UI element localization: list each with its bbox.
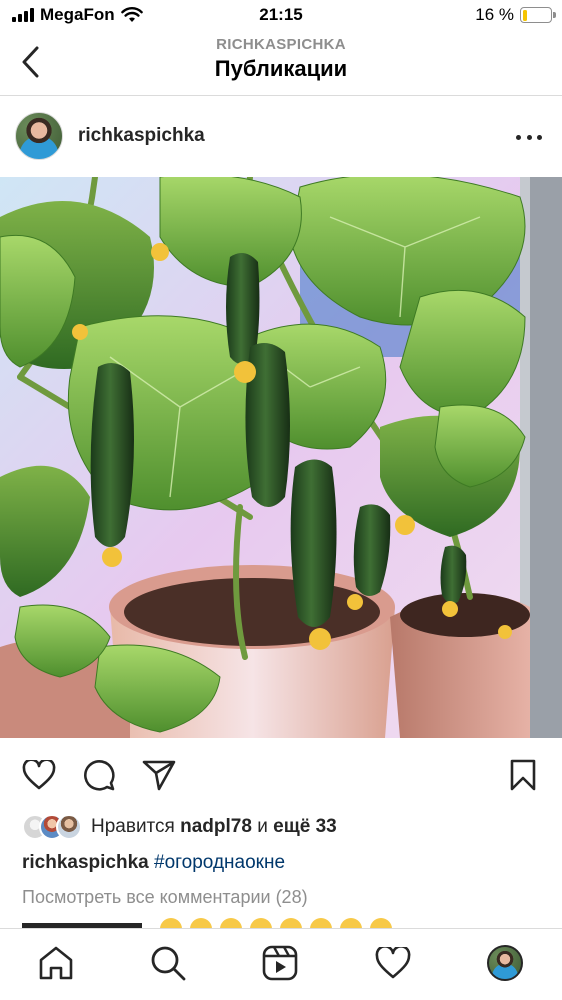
- tab-activity[interactable]: [373, 943, 413, 983]
- profile-avatar: [487, 945, 523, 981]
- likes-row[interactable]: Нравится nadpl78 и ещё 33: [22, 812, 337, 842]
- tab-profile[interactable]: [485, 943, 525, 983]
- nav-header: RICHKASPICHKA Публикации: [0, 32, 562, 96]
- tab-bar: [0, 928, 562, 1000]
- post-image[interactable]: [0, 177, 562, 738]
- like-button[interactable]: [20, 756, 58, 794]
- page-title: Публикации: [214, 56, 348, 81]
- post-header: richkaspichka: [0, 97, 562, 177]
- status-bar: MegaFon 21:15 16 %: [0, 0, 562, 32]
- caption-username[interactable]: richkaspichka: [22, 852, 149, 873]
- bookmark-icon: [510, 759, 536, 791]
- view-comments-link[interactable]: Посмотреть все комментарии (28): [22, 887, 308, 908]
- post-caption: richkaspichka #огороднаокне: [22, 852, 285, 874]
- post-username[interactable]: richkaspichka: [78, 125, 205, 147]
- battery-icon: [520, 7, 556, 23]
- header-subtitle: RICHKASPICHKA: [216, 36, 346, 53]
- likes-text: Нравится nadpl78 и ещё 33: [91, 816, 337, 837]
- comment-icon: [84, 760, 115, 791]
- liker-avatar: [56, 814, 82, 840]
- search-icon: [151, 946, 186, 981]
- reels-icon: [262, 945, 298, 981]
- caption-hashtag[interactable]: #огороднаокне: [154, 852, 285, 873]
- heart-icon: [22, 760, 56, 790]
- status-right: 16 %: [475, 5, 556, 25]
- tab-home[interactable]: [36, 943, 76, 983]
- activity-icon: [375, 947, 411, 979]
- bookmark-button[interactable]: [504, 756, 542, 794]
- comment-button[interactable]: [80, 756, 118, 794]
- likes-others[interactable]: ещё 33: [273, 816, 337, 837]
- comment-preview: [22, 918, 542, 928]
- more-horizontal-icon: [516, 134, 521, 140]
- cucumber-plants-photo: [0, 177, 562, 738]
- liker-username[interactable]: nadpl78: [180, 816, 252, 837]
- post-actions: [0, 752, 562, 798]
- more-options-button[interactable]: [516, 127, 542, 147]
- home-icon: [39, 946, 73, 980]
- tab-search[interactable]: [148, 943, 188, 983]
- share-button[interactable]: [140, 756, 178, 794]
- tab-reels[interactable]: [260, 943, 300, 983]
- avatar[interactable]: [15, 112, 63, 160]
- battery-percent: 16 %: [475, 5, 514, 24]
- battery-level: [522, 9, 527, 21]
- share-icon: [142, 760, 176, 791]
